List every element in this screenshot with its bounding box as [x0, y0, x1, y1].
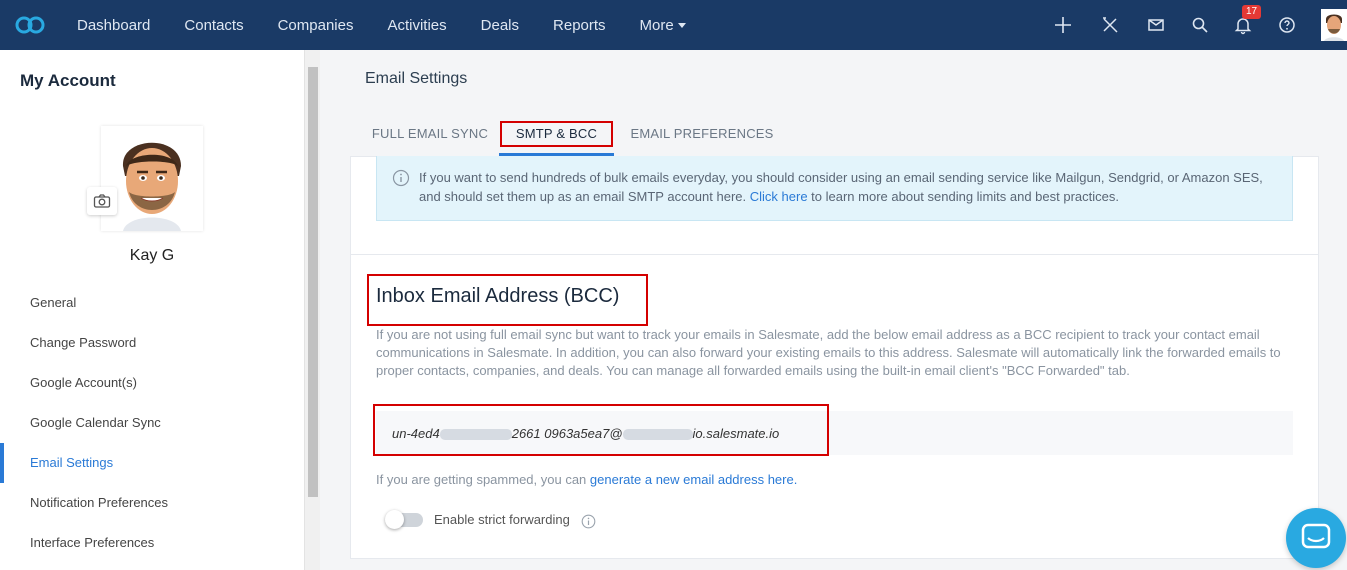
scrollbar-thumb[interactable]: [308, 67, 318, 497]
bcc-email-address[interactable]: un-4ed4 2661 0963a5ea7@ io.salesmate.io: [392, 426, 779, 441]
tab-smtp-bcc-label: SMTP & BCC: [499, 121, 614, 147]
tab-email-preferences[interactable]: EMAIL PREFERENCES: [628, 116, 776, 156]
profile-avatar-image: [101, 126, 203, 231]
tools-icon[interactable]: [1099, 14, 1121, 36]
menu-item-google-accounts[interactable]: Google Account(s): [0, 363, 304, 403]
sidebar-scrollbar[interactable]: [304, 50, 320, 570]
email-prefix: un-4ed4: [392, 426, 440, 441]
menu-item-email-settings[interactable]: Email Settings: [0, 443, 304, 483]
tab-smtp-bcc[interactable]: SMTP & BCC: [499, 116, 614, 156]
profile-picture: [101, 126, 203, 231]
info-icon[interactable]: [581, 514, 596, 529]
menu-item-change-password[interactable]: Change Password: [0, 323, 304, 363]
nav-more-label: More: [639, 16, 674, 34]
info-text-after: to learn more about sending limits and b…: [811, 189, 1120, 204]
email-middle: 2661 0963a5ea7@: [511, 426, 623, 441]
chat-widget-button[interactable]: [1286, 508, 1346, 568]
user-avatar[interactable]: [1321, 9, 1347, 41]
nav-companies[interactable]: Companies: [261, 17, 371, 34]
change-photo-button[interactable]: [87, 187, 117, 215]
search-icon[interactable]: [1189, 14, 1211, 36]
bcc-section-title: Inbox Email Address (BCC): [376, 285, 620, 307]
account-sidebar: My Account Kay G General Change Password…: [0, 50, 304, 570]
nav-more[interactable]: More: [623, 17, 703, 34]
nav-contacts[interactable]: Contacts: [167, 17, 260, 34]
menu-item-google-calendar-sync[interactable]: Google Calendar Sync: [0, 403, 304, 443]
spam-note: If you are getting spammed, you can gene…: [376, 472, 797, 487]
nav-deals[interactable]: Deals: [464, 17, 536, 34]
profile-name: Kay G: [129, 247, 175, 264]
bcc-description: If you are not using full email sync but…: [376, 327, 1281, 378]
notification-badge: 17: [1242, 5, 1262, 19]
help-icon[interactable]: [1276, 14, 1298, 36]
mail-icon[interactable]: [1145, 14, 1167, 36]
strict-forwarding-label: Enable strict forwarding: [434, 512, 570, 527]
tab-full-email-sync[interactable]: FULL EMAIL SYNC: [360, 116, 500, 156]
chevron-down-icon: [677, 23, 686, 29]
nav-activities[interactable]: Activities: [370, 17, 463, 34]
menu-item-general[interactable]: General: [0, 283, 304, 323]
salesmate-logo-icon[interactable]: [14, 13, 46, 37]
info-icon: [392, 169, 410, 187]
bulk-email-info-text: If you want to send hundreds of bulk ema…: [419, 168, 1281, 206]
sidebar-title: My Account: [20, 71, 116, 90]
account-menu: General Change Password Google Account(s…: [0, 283, 304, 563]
bulk-email-info-box: If you want to send hundreds of bulk ema…: [376, 156, 1293, 221]
redacted-email-part: [439, 429, 512, 441]
main-nav: Dashboard Contacts Companies Activities …: [60, 0, 703, 50]
strict-forwarding-toggle[interactable]: [385, 510, 423, 529]
top-nav: Dashboard Contacts Companies Activities …: [0, 0, 1347, 50]
menu-item-interface-preferences[interactable]: Interface Preferences: [0, 523, 304, 563]
chat-icon: [1301, 523, 1331, 549]
avatar-image: [1321, 9, 1347, 41]
click-here-link[interactable]: Click here: [750, 189, 808, 204]
nav-reports[interactable]: Reports: [536, 17, 623, 34]
menu-item-notification-preferences[interactable]: Notification Preferences: [0, 483, 304, 523]
notifications-button[interactable]: 17: [1232, 5, 1262, 36]
page-title: Email Settings: [365, 70, 468, 87]
generate-new-address-link[interactable]: generate a new email address here.: [590, 472, 797, 487]
nav-dashboard[interactable]: Dashboard: [60, 17, 167, 34]
plus-icon[interactable]: [1052, 14, 1074, 36]
toggle-knob: [385, 510, 404, 529]
spam-note-text: If you are getting spammed, you can: [376, 472, 587, 487]
redacted-domain-part: [622, 429, 693, 441]
camera-icon: [93, 194, 111, 208]
email-suffix: io.salesmate.io: [692, 426, 780, 441]
